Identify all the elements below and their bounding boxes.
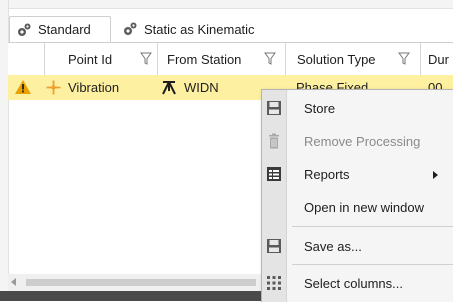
app-window: Standard Static as Kinematic Point Id Fr… xyxy=(0,0,453,302)
save-disk-icon xyxy=(267,239,281,253)
submenu-arrow-icon xyxy=(433,171,438,179)
crosshair-point-icon xyxy=(46,80,61,95)
filter-icon[interactable] xyxy=(264,52,276,66)
grid-header-row: Point Id From Station Solution Type Dur xyxy=(8,43,453,76)
tab-standard[interactable]: Standard xyxy=(9,16,111,42)
menu-item-select-columns[interactable]: Select columns... xyxy=(262,267,453,300)
menu-item-label: Save as... xyxy=(304,239,362,254)
menu-item-reports[interactable]: Reports xyxy=(262,158,453,191)
menu-item-open-in-new-window[interactable]: Open in new window xyxy=(262,191,453,224)
columns-grid-icon xyxy=(267,276,281,290)
tab-label: Standard xyxy=(38,22,91,37)
menu-item-store[interactable]: Store xyxy=(262,92,453,125)
menu-item-label: Select columns... xyxy=(304,276,403,291)
context-menu: Store Remove Processing Reports Open in … xyxy=(261,89,453,302)
header-point-id[interactable]: Point Id xyxy=(44,43,158,75)
cell-from-station: WIDN xyxy=(184,80,219,95)
header-from-station[interactable]: From Station xyxy=(157,43,286,75)
save-disk-icon xyxy=(267,101,281,115)
menu-item-label: Store xyxy=(304,101,336,116)
scrollbar-thumb[interactable] xyxy=(26,279,256,286)
report-table-icon xyxy=(267,167,281,181)
menu-separator xyxy=(292,264,453,265)
menu-item-remove-processing[interactable]: Remove Processing xyxy=(262,125,453,158)
tripod-station-icon xyxy=(162,81,176,95)
filter-icon[interactable] xyxy=(140,52,152,66)
header-status-column xyxy=(8,43,45,75)
cell-point-id: Vibration xyxy=(68,80,120,95)
tab-label: Static as Kinematic xyxy=(144,21,255,37)
column-label: Dur xyxy=(428,51,449,67)
gear-icon xyxy=(18,23,31,36)
column-label: From Station xyxy=(167,51,242,67)
gear-icon xyxy=(124,22,137,35)
warning-icon xyxy=(15,80,31,94)
trash-icon xyxy=(269,133,279,149)
filter-icon[interactable] xyxy=(398,52,410,66)
column-label: Point Id xyxy=(68,51,113,67)
menu-item-label: Remove Processing xyxy=(304,134,421,149)
scroll-left-arrow-icon[interactable] xyxy=(11,278,16,286)
tab-strip: Standard Static as Kinematic xyxy=(9,16,453,42)
header-solution-type[interactable]: Solution Type xyxy=(285,43,421,75)
header-duration[interactable]: Dur xyxy=(420,43,453,75)
menu-separator xyxy=(292,226,453,227)
menu-item-label: Reports xyxy=(304,167,350,182)
menu-item-label: Open in new window xyxy=(304,200,424,215)
tab-static-as-kinematic[interactable]: Static as Kinematic xyxy=(116,16,286,42)
window-top-border xyxy=(0,0,453,9)
menu-item-save-as[interactable]: Save as... xyxy=(262,230,453,263)
column-label: Solution Type xyxy=(297,51,376,67)
